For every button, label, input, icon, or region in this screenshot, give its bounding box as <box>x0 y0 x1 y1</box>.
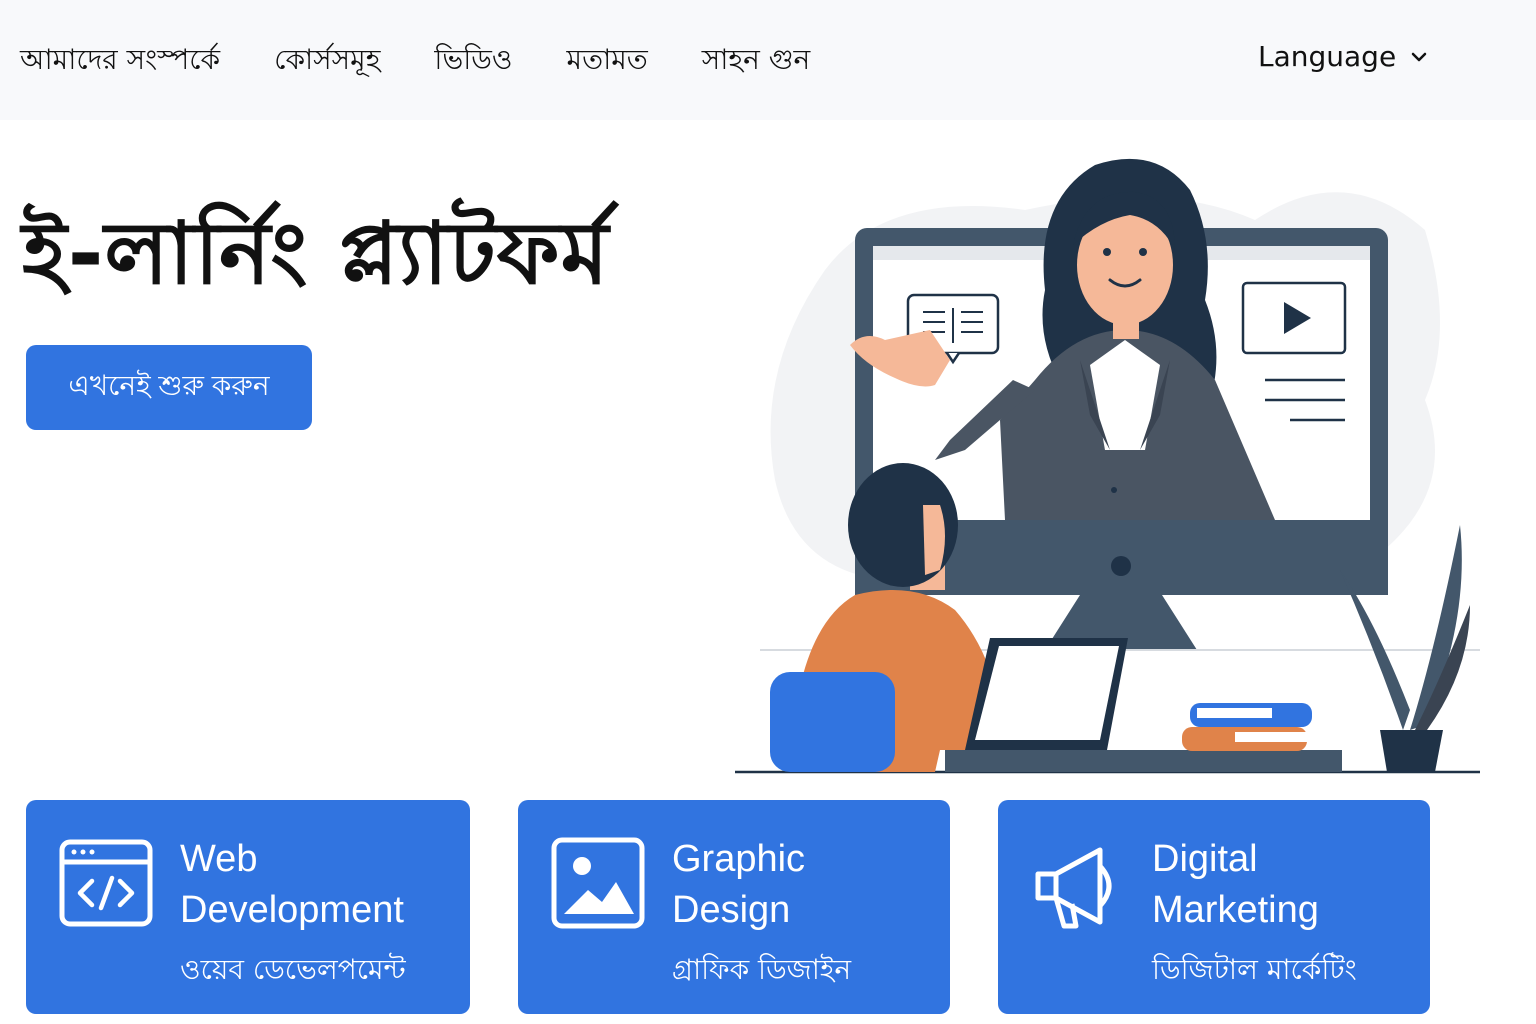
nav-link-videos[interactable]: ভিডিও <box>434 38 512 85</box>
nav-link-signup[interactable]: সাহন গুন <box>702 38 810 85</box>
hero-title: ই-লার্নিং প্ল্যাটফর্ম <box>22 204 610 304</box>
nav-link-about[interactable]: আমাদের সংস্পর্কে <box>20 38 220 85</box>
course-card-web-development[interactable]: Web Development ওয়েব ডেভেলপমেন্ট <box>26 800 470 1014</box>
card-title: Web Development <box>180 838 404 931</box>
nav-link-courses[interactable]: কোর্সসমূহ <box>274 38 380 85</box>
chevron-down-icon <box>1411 52 1427 61</box>
card-subtitle: ডিজিটাল মার্কেটিং <box>1152 953 1357 986</box>
image-icon <box>551 837 645 929</box>
get-started-button[interactable]: এখনেই শুরু করুন <box>26 345 312 430</box>
card-title: Digital Marketing <box>1152 838 1319 931</box>
nav-link-reviews[interactable]: মতামত <box>567 38 648 85</box>
card-subtitle: গ্রাফিক ডিজাইন <box>672 953 852 986</box>
top-navbar: আমাদের সংস্পর্কে কোর্সসমূহ ভিডিও মতামত স… <box>0 0 1536 120</box>
code-window-icon <box>59 839 153 927</box>
card-subtitle: ওয়েব ডেভেলপমেন্ট <box>180 953 406 986</box>
nav-links: আমাদের সংস্পর্কে কোর্সসমূহ ভিডিও মতামত স… <box>20 38 864 85</box>
card-title: Graphic Design <box>672 838 806 931</box>
course-card-digital-marketing[interactable]: Digital Marketing ডিজিটাল মার্কেটিং <box>998 800 1430 1014</box>
course-card-graphic-design[interactable]: Graphic Design গ্রাফিক ডিজাইন <box>518 800 950 1014</box>
megaphone-icon <box>1035 847 1112 929</box>
online-teaching-illustration <box>735 158 1480 774</box>
language-label: Language <box>1258 40 1397 73</box>
language-dropdown[interactable]: Language <box>1258 40 1428 73</box>
